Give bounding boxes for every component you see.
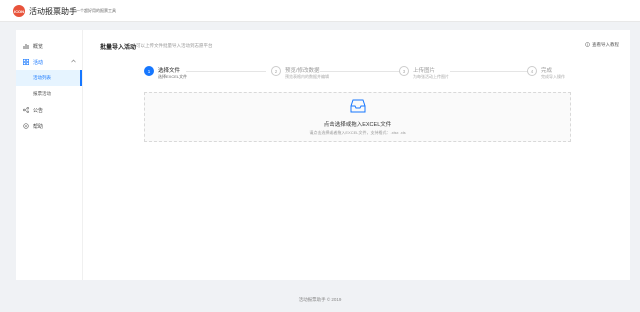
step-title: 完成 xyxy=(541,68,553,74)
import-tutorial-link[interactable]: 查看导入教程 xyxy=(585,42,619,48)
footer: 活动报票助手 © 2019 xyxy=(298,297,342,302)
sidebar-item-activity[interactable]: 活动 xyxy=(16,54,82,70)
upload-main-text: 点击选择或拖入EXCEL文件 xyxy=(323,122,392,128)
sidebar-item-help[interactable]: 帮助 xyxy=(16,118,82,134)
step-description: 完成导入操作 xyxy=(541,74,565,79)
sidebar-item-label: 公告 xyxy=(33,107,44,114)
step-description: 选择EXCEL文件 xyxy=(158,74,188,79)
help-link-label: 查看导入教程 xyxy=(592,42,619,47)
step-number: 3 xyxy=(399,66,409,76)
sidebar-item-activity-list[interactable]: 活动列表 xyxy=(16,70,82,86)
step-connector xyxy=(186,71,266,72)
gear-icon xyxy=(23,123,29,129)
import-steps: 1 选择文件 选择EXCEL文件 2 预览/修改数据 预览表格内的数据并编辑 3… xyxy=(144,66,574,86)
file-upload-dropzone[interactable]: 点击选择或拖入EXCEL文件 请点击选择或者拖入EXCEL文件，支持格式：.xl… xyxy=(144,92,571,142)
step-title: 上传图片 xyxy=(413,68,436,74)
sidebar-item-announcement[interactable]: 公告 xyxy=(16,102,82,118)
app-logo[interactable]: ICON xyxy=(13,5,25,17)
sidebar-item-overview[interactable]: 概览 xyxy=(16,38,82,54)
step-connector xyxy=(320,71,400,72)
step-number: 1 xyxy=(144,66,154,76)
page-description: 可以上传文件批量导入活动到志愿平台 xyxy=(136,43,213,48)
step-description: 预览表格内的数据并编辑 xyxy=(285,74,329,79)
sidebar-item-label: 活动 xyxy=(33,59,44,66)
sidebar-item-ticket-activity[interactable]: 报票活动 xyxy=(16,86,82,102)
sidebar-item-label: 概览 xyxy=(33,43,44,50)
top-bar: ICON 活动报票助手 一个超好用的报票工具 xyxy=(0,0,640,22)
app-subtitle: 一个超好用的报票工具 xyxy=(76,8,116,13)
step-title: 预览/修改数据 xyxy=(285,68,320,74)
step-number: 2 xyxy=(271,66,281,76)
info-circle-icon xyxy=(585,42,590,48)
step-number: 4 xyxy=(527,66,537,76)
sidebar-item-label: 帮助 xyxy=(33,123,44,130)
step-description: 为每张活动上传图片 xyxy=(413,74,449,79)
chevron-up-icon xyxy=(71,59,76,65)
main-panel: 批量导入活动 可以上传文件批量导入活动到志愿平台 查看导入教程 1 选择文件 选… xyxy=(83,30,630,280)
inbox-icon xyxy=(350,99,366,113)
sidebar: 概览 活动 活动列表 报票活动 公告 帮助 xyxy=(16,30,83,280)
share-icon xyxy=(23,107,29,113)
grid-icon xyxy=(23,59,29,65)
upload-hint-text: 请点击选择或者拖入EXCEL文件，支持格式：.xlsx .xls xyxy=(309,130,406,135)
step-connector xyxy=(450,71,528,72)
bar-chart-icon xyxy=(23,43,29,49)
app-title: 活动报票助手 xyxy=(29,7,77,16)
page-title: 批量导入活动 xyxy=(100,45,137,51)
step-title: 选择文件 xyxy=(158,68,181,74)
content-card: 概览 活动 活动列表 报票活动 公告 帮助 批量导入活动 可以上传文件批量导入活… xyxy=(16,30,630,280)
